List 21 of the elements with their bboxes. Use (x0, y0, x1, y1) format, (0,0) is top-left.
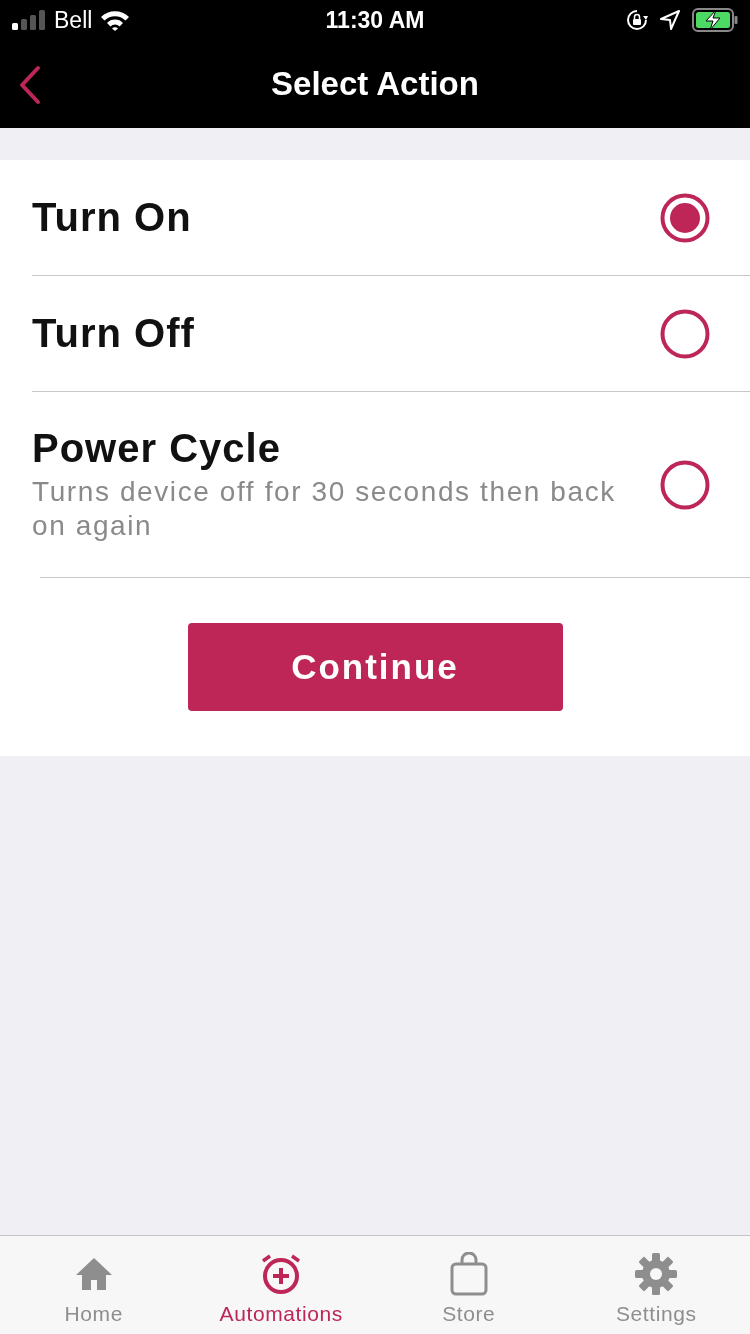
screen-title: Select Action (271, 65, 479, 103)
settings-icon (634, 1252, 679, 1296)
battery-charging-icon (692, 8, 738, 32)
continue-button[interactable]: Continue (187, 623, 563, 711)
wifi-icon (100, 9, 131, 31)
orientation-lock-icon (626, 9, 648, 31)
tab-item[interactable]: Settings (562, 1236, 750, 1334)
radio-button[interactable] (660, 192, 710, 243)
option-label[interactable]: Turn On (32, 195, 660, 240)
radio-button[interactable] (660, 459, 710, 510)
signal-icon (12, 10, 46, 30)
tab-item[interactable]: Home (0, 1236, 188, 1334)
location-arrow-icon (660, 10, 680, 30)
tab-item[interactable]: Store (375, 1236, 563, 1334)
status-time: 11:30 AM (325, 6, 425, 34)
option-label[interactable]: Turn Off (32, 311, 660, 356)
tab-item[interactable]: Automations (187, 1236, 375, 1334)
option-description: Turns device off for 30 seconds then back on again (32, 475, 617, 543)
radio-button[interactable] (660, 308, 710, 359)
carrier-name: Bell (54, 6, 93, 34)
option-label[interactable]: Power Cycle (32, 426, 660, 471)
